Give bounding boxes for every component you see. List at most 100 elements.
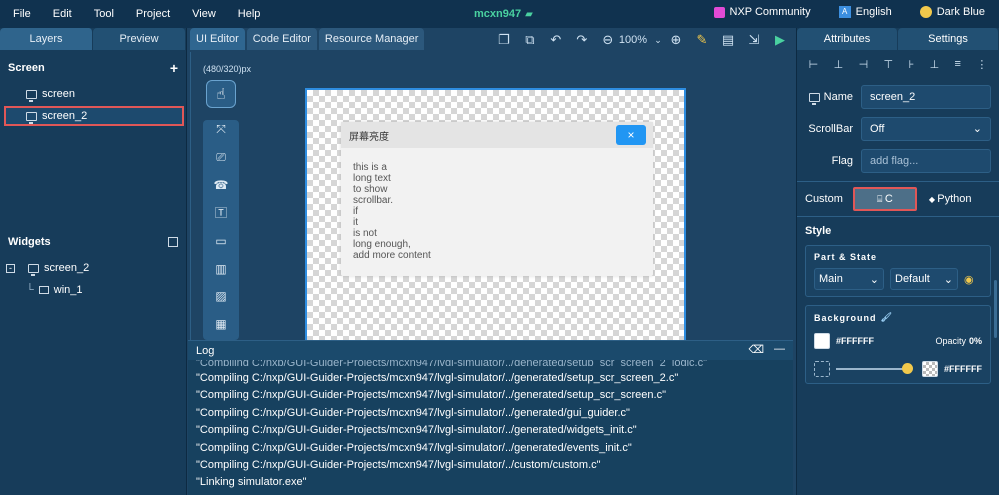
distribute-v-icon[interactable]: ⋮ [976, 58, 987, 71]
align-vcenter-icon[interactable]: ⊦ [908, 58, 914, 71]
nxp-community-icon [713, 6, 725, 18]
theme-selector[interactable]: Dark Blue [919, 6, 985, 18]
button-widget-icon[interactable]: ⎚ [206, 145, 236, 169]
expand-icon[interactable]: ⤧ [206, 118, 236, 142]
pointer-tool-icon[interactable]: ☝ [206, 80, 236, 108]
screen-2-item-label: screen_2 [42, 110, 88, 122]
clean-icon[interactable]: ✎ [695, 32, 709, 47]
scrollbar-select[interactable]: Off ⌄ [861, 117, 991, 141]
widget-tree-root[interactable]: - screen_2 [0, 258, 186, 278]
copy-icon[interactable]: ❐ [497, 32, 511, 47]
win-close-button[interactable]: × [616, 125, 646, 145]
win-body-line: add more content [353, 250, 431, 261]
zoom-level[interactable]: 100% [619, 34, 647, 46]
menu-edit[interactable]: Edit [53, 8, 72, 20]
chevron-down-icon: ⌄ [972, 123, 982, 135]
opacity-value[interactable]: 0% [969, 336, 982, 346]
eraser-icon[interactable]: ⌫ [748, 343, 764, 356]
right-panel-scrollbar[interactable] [994, 280, 997, 338]
name-value: screen_2 [870, 91, 916, 103]
bg-color-row: #FFFFFF Opacity 0% [814, 333, 982, 349]
export-icon[interactable] [168, 237, 178, 247]
name-label-wrap: Name [805, 91, 861, 105]
align-right-icon[interactable]: ⊣ [859, 58, 869, 71]
screen-2-list-item[interactable]: screen_2 [4, 106, 184, 126]
menu-view[interactable]: View [192, 8, 216, 20]
screen-item-label: screen [42, 88, 76, 100]
slider-knob[interactable] [902, 363, 913, 374]
tab-settings[interactable]: Settings [898, 28, 999, 50]
tab-ui-editor[interactable]: UI Editor [190, 28, 245, 50]
tab-resource-manager[interactable]: Resource Manager [318, 28, 425, 50]
win-1-widget[interactable]: 屏幕亮度 × this is a long text to show scrol… [341, 122, 653, 276]
chevron-down-icon[interactable]: ⌄ [651, 33, 665, 47]
monitor-icon [808, 92, 820, 105]
custom-python-button[interactable]: ◆ Python [929, 193, 972, 205]
tab-preview[interactable]: Preview [93, 28, 186, 50]
export-file-icon[interactable]: ⇲ [747, 32, 761, 47]
flag-input[interactable]: add flag... [861, 149, 991, 173]
widget-root-label: screen_2 [44, 262, 90, 274]
menu-tool[interactable]: Tool [94, 8, 114, 20]
label-widget-icon[interactable]: 🅃 [206, 201, 236, 225]
align-top-icon[interactable]: ⊤ [884, 58, 894, 71]
tab-attributes[interactable]: Attributes [797, 28, 898, 50]
generate-code-icon[interactable]: ▤ [721, 32, 735, 47]
editor-tabs: UI Editor Code Editor Resource Manager [190, 28, 425, 50]
design-canvas[interactable]: (480/320)px ☝ ⤧ ⎚ ☎ 🅃 ▭ ▥ ▨ ▦ 屏幕亮度 × thi… [190, 52, 791, 340]
background-title: Background [814, 312, 877, 323]
tab-layers[interactable]: Layers [0, 28, 93, 50]
bg-color-swatch[interactable] [814, 333, 830, 349]
win-body-line: scrollbar. [353, 195, 394, 206]
widget-tree-child[interactable]: └ win_1 [0, 280, 186, 300]
run-simulator-icon[interactable]: ▶ [773, 32, 787, 47]
part-select[interactable]: Main ⌄ [814, 268, 884, 290]
collapse-icon[interactable]: - [6, 263, 15, 273]
gradient-color-swatch[interactable] [922, 361, 938, 377]
eye-icon[interactable]: ◉ [964, 273, 974, 286]
menu-help[interactable]: Help [238, 8, 261, 20]
win-body-line: if [353, 206, 358, 217]
custom-c-button[interactable]: ⌸ C [852, 187, 917, 211]
distribute-h-icon[interactable]: ≡ [955, 58, 961, 71]
log-output[interactable]: "Compiling C:/nxp/GUI-Guider-Projects/mc… [188, 360, 793, 492]
background-group: Background 🖌 #FFFFFF Opacity 0% #FFFFFF [805, 305, 991, 384]
qrcode-widget-icon[interactable]: ▦ [206, 312, 236, 336]
redo-icon[interactable]: ↷ [575, 32, 589, 47]
add-screen-button[interactable]: + [170, 60, 178, 76]
image-button-widget-icon[interactable]: ☎ [206, 173, 236, 197]
gradient-dir-icon[interactable] [814, 361, 830, 377]
log-line: "Compiling C:/nxp/GUI-Guider-Projects/mc… [196, 424, 637, 437]
zoom-out-icon[interactable]: ⊖ [601, 32, 615, 47]
textarea-widget-icon[interactable]: ▭ [206, 229, 236, 253]
undo-icon[interactable]: ↶ [549, 32, 563, 47]
log-line: "Compiling C:/nxp/GUI-Guider-Projects/mc… [196, 441, 632, 454]
chart-widget-icon[interactable]: ▥ [206, 257, 236, 281]
align-hcenter-icon[interactable]: ⊥ [834, 58, 844, 71]
win-body-line: is not [353, 228, 377, 239]
resolution-label: (480/320)px [203, 64, 252, 74]
state-value: Default [895, 273, 930, 285]
win-body-line: it [353, 217, 358, 228]
log-panel: Log ⌫ — "Compiling C:/nxp/GUI-Guider-Pro… [188, 340, 793, 495]
zoom-in-icon[interactable]: ⊕ [669, 32, 683, 47]
code-icon: ⌸ [876, 194, 885, 204]
name-field[interactable]: screen_2 [861, 85, 991, 109]
screen-preview[interactable]: 屏幕亮度 × this is a long text to show scrol… [305, 88, 686, 340]
tab-code-editor[interactable]: Code Editor [246, 28, 317, 50]
image-widget-icon[interactable]: ▨ [206, 284, 236, 308]
state-select[interactable]: Default ⌄ [890, 268, 958, 290]
minimize-icon[interactable]: — [774, 343, 785, 356]
paste-icon[interactable]: ⧉ [523, 32, 537, 47]
menu-file[interactable]: File [13, 8, 31, 20]
right-panel: Attributes Settings ⊢ ⊥ ⊣ ⊤ ⊦ ⊥ ≡ ⋮ Name… [796, 28, 999, 495]
nxp-community-link[interactable]: NXP Community [713, 6, 811, 18]
align-left-icon[interactable]: ⊢ [809, 58, 819, 71]
flag-placeholder: add flag... [870, 155, 919, 167]
align-bottom-icon[interactable]: ⊥ [930, 58, 940, 71]
gradient-slider[interactable] [836, 363, 913, 374]
menu-project[interactable]: Project [136, 8, 170, 20]
name-label: Name [823, 91, 853, 103]
screen-list-item[interactable]: screen [0, 84, 186, 104]
language-selector[interactable]: A English [838, 6, 892, 18]
